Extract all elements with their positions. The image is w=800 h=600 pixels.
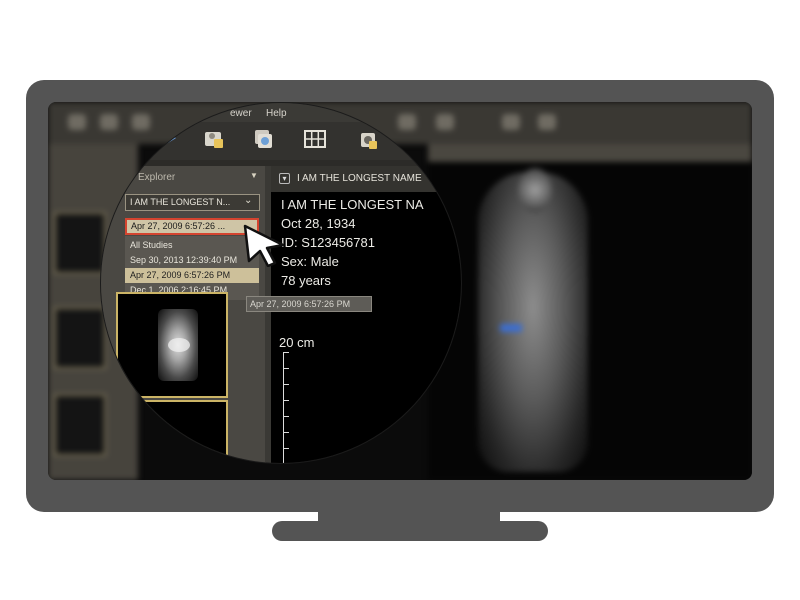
ruler-tick: [283, 416, 289, 417]
overlay-patient-id: ID: S123456781: [281, 235, 375, 250]
background-viewer-header: [428, 144, 752, 162]
magnifier-lens: ewer Help Explorer ▼ I AM THE LONGEST N.…: [101, 103, 461, 463]
study-date-select[interactable]: Apr 27, 2009 6:57:26 ...: [125, 218, 259, 235]
overlay-age: 78 years: [281, 273, 331, 288]
toolbar: [101, 122, 461, 160]
full-body-scan-image: [478, 172, 588, 472]
explorer-title: Explorer: [138, 172, 176, 183]
chevron-down-icon[interactable]: ⌄: [244, 195, 252, 206]
background-thumbnail: [54, 212, 106, 274]
ruler-tick: [283, 352, 289, 353]
monitor-stand: [272, 521, 548, 541]
ruler-tick: [283, 400, 289, 401]
patient-folder-icon[interactable]: [201, 126, 227, 152]
study-option-selected[interactable]: Apr 27, 2009 6:57:26 PM: [125, 268, 259, 283]
study-option-all[interactable]: All Studies: [125, 238, 259, 253]
collapse-arrow-icon[interactable]: ▼: [250, 171, 258, 180]
ruler-tick: [283, 368, 289, 369]
export-icon[interactable]: [355, 126, 381, 152]
ruler-tick: [283, 384, 289, 385]
back-arrow-icon[interactable]: [160, 126, 186, 152]
overlay-sex: Sex: Male: [281, 254, 339, 269]
background-thumbnail: [54, 307, 106, 369]
scan-head: [518, 168, 552, 212]
background-thumbnail: [54, 394, 106, 456]
overlay-patient-name: I AM THE LONGEST NA: [281, 197, 424, 212]
background-tool-icon: [538, 114, 556, 130]
menu-help[interactable]: Help: [266, 108, 287, 119]
series-thumbnail[interactable]: [116, 400, 228, 463]
scale-label: 20 cm: [279, 335, 315, 350]
background-viewer: [428, 162, 752, 480]
study-option[interactable]: Sep 30, 2013 12:39:40 PM: [125, 253, 259, 268]
knee-joint: [168, 338, 190, 352]
ruler-tick: [283, 448, 289, 449]
grid-layout-icon[interactable]: [302, 126, 328, 152]
blue-marker: [500, 324, 522, 332]
background-tool-icon: [68, 114, 86, 130]
mouse-cursor-icon: [243, 224, 285, 267]
multi-study-icon[interactable]: [250, 126, 276, 152]
overlay-birth-date: Oct 28, 1934: [281, 216, 356, 231]
viewer-menu-icon[interactable]: ▾: [279, 173, 290, 184]
image-viewer[interactable]: [271, 192, 461, 463]
menu-viewer[interactable]: ewer: [230, 108, 252, 119]
ruler-tick: [283, 432, 289, 433]
study-date-tooltip: Apr 27, 2009 6:57:26 PM: [246, 296, 372, 312]
viewer-title: I AM THE LONGEST NAME: [297, 173, 422, 184]
background-tool-icon: [502, 114, 520, 130]
patient-select[interactable]: I AM THE LONGEST N...: [125, 194, 260, 211]
